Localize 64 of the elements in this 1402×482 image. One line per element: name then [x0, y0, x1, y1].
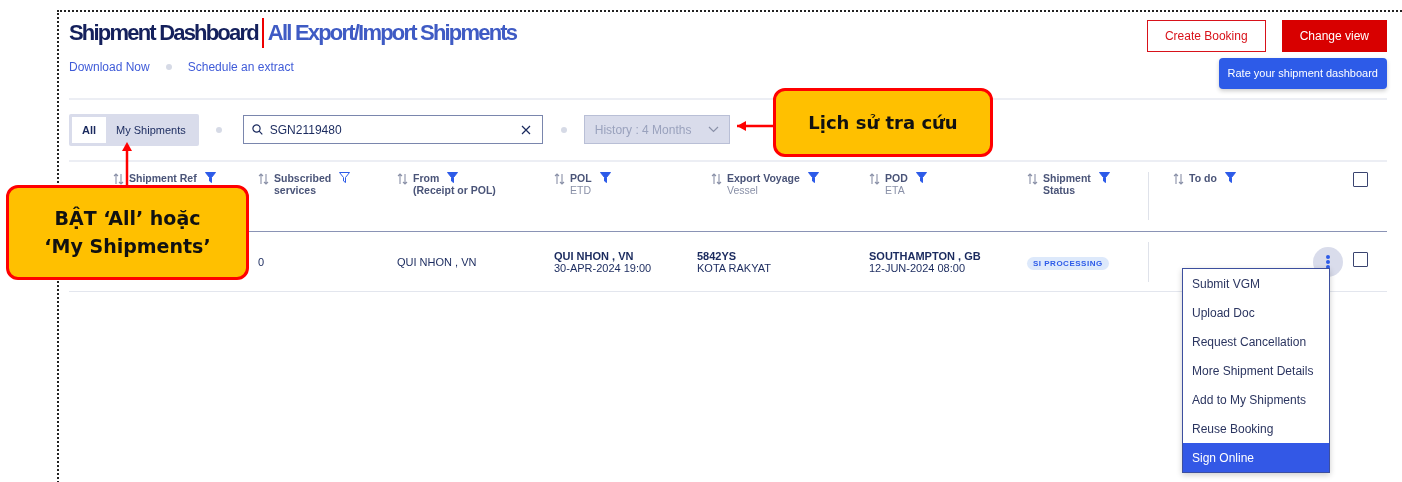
column-header[interactable]: Subscribed [274, 172, 332, 184]
sort-icon[interactable] [554, 173, 565, 185]
toggle-option[interactable]: All [72, 116, 107, 143]
schedule-link[interactable]: Schedule an extract [187, 58, 294, 76]
search-field[interactable]: SGN2119480 [242, 115, 543, 145]
toggle-option[interactable]: My Shipments [106, 116, 196, 143]
kebab-icon [1326, 254, 1330, 269]
menu-item[interactable]: Upload Doc [1183, 298, 1329, 327]
table-cell-text: 5842YS [697, 249, 738, 262]
callout-text: BẬT ‘All’ hoặc ‘My Shipments’ [43, 205, 212, 259]
filter-icon[interactable] [204, 172, 216, 183]
column-header[interactable]: From [413, 172, 440, 184]
row-checkbox[interactable] [1353, 251, 1368, 267]
menu-item[interactable]: Sign Online [1183, 443, 1329, 472]
callout-text: Lịch sử tra cứu [808, 111, 958, 135]
column-header[interactable]: Shipment Ref [129, 172, 197, 184]
page-title: Shipment Dashboard [69, 19, 258, 47]
table-cell: QUI NHON , VN [397, 255, 477, 268]
filter-icon[interactable] [447, 172, 459, 183]
column-subheader: ETA [885, 184, 906, 196]
sort-icon[interactable] [869, 173, 880, 185]
table-cell: 0 [258, 255, 265, 268]
column-header[interactable]: To do [1189, 172, 1217, 184]
filter-icon[interactable] [1224, 172, 1236, 183]
filter-icon[interactable] [599, 172, 611, 183]
menu-item[interactable]: Request Cancellation [1183, 327, 1329, 356]
page-subtitle: All Export/Import Shipments [261, 18, 517, 48]
column-header[interactable]: Shipment [1043, 172, 1091, 184]
change-view-button[interactable]: Change view [1281, 20, 1387, 52]
download-link[interactable]: Download Now [69, 58, 150, 76]
table-cell-text: SOUTHAMPTON , GB [869, 249, 982, 262]
separator-dot [215, 126, 222, 133]
separator-dot [165, 64, 172, 70]
sort-icon[interactable] [258, 173, 269, 185]
filter-icon[interactable] [1098, 172, 1110, 183]
column-header[interactable]: services [274, 184, 317, 196]
filter-icon[interactable] [915, 172, 927, 183]
rate-button[interactable]: Rate your shipment dashboard [1218, 58, 1387, 89]
status-badge: SI PROCESSING [1027, 256, 1109, 270]
sort-icon[interactable] [711, 173, 722, 185]
column-header[interactable]: POL [570, 172, 592, 184]
create-booking-button[interactable]: Create Booking [1146, 20, 1266, 52]
sort-icon[interactable] [113, 173, 124, 185]
column-subheader: ETD [570, 184, 592, 196]
menu-item[interactable]: Reuse Booking [1183, 414, 1329, 443]
menu-item[interactable]: Submit VGM [1183, 269, 1329, 298]
separator-dot [560, 126, 567, 133]
column-header[interactable]: Status [1043, 184, 1076, 196]
column-header[interactable]: (Receipt or POL) [413, 184, 496, 196]
clear-icon[interactable] [520, 125, 531, 136]
select-all-checkbox[interactable] [1353, 172, 1368, 187]
menu-item[interactable]: More Shipment Details [1183, 356, 1329, 385]
column-header[interactable]: Export Voyage [727, 172, 800, 184]
table-cell-text: KOTA RAKYAT [697, 261, 772, 274]
sort-icon[interactable] [397, 173, 408, 185]
sort-icon[interactable] [1027, 173, 1038, 185]
filter-icon[interactable] [807, 172, 819, 183]
column-header[interactable]: POD [885, 172, 908, 184]
table-cell-text: 12-JUN-2024 08:00 [869, 261, 966, 274]
filter-icon[interactable] [339, 172, 351, 183]
menu-item[interactable]: Add to My Shipments [1183, 385, 1329, 414]
chevron-down-icon [707, 126, 719, 134]
column-subheader: Vessel [727, 184, 759, 196]
sort-icon[interactable] [1173, 173, 1184, 185]
